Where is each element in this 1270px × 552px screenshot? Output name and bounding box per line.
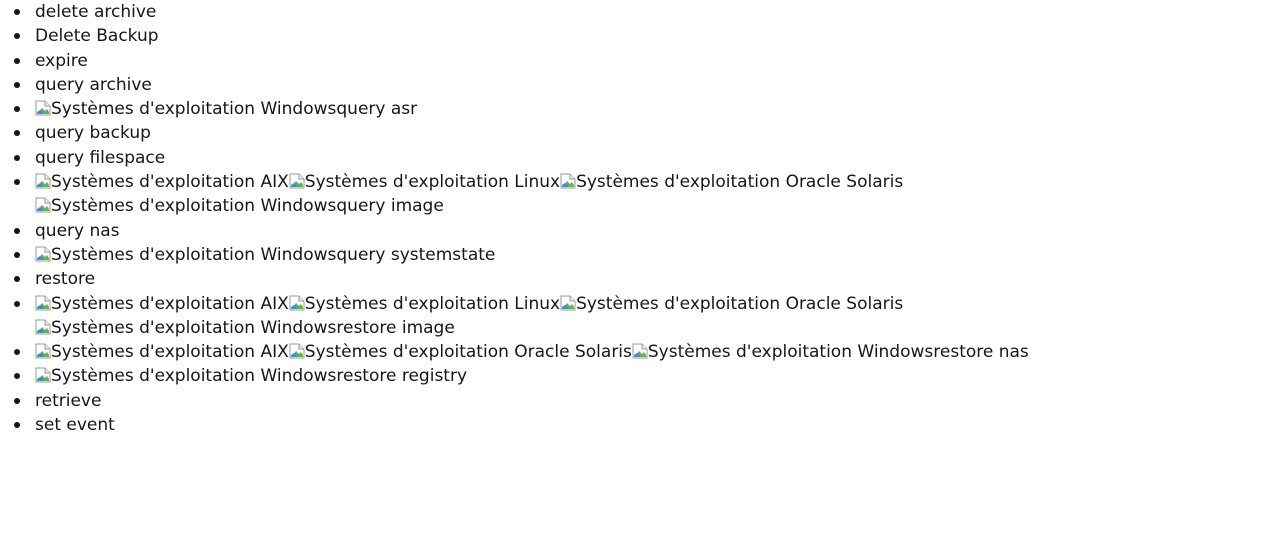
command-name: query systemstate [336, 244, 496, 265]
list-item: retrieve [14, 389, 1270, 413]
image-alt-text: Systèmes d'exploitation Oracle Solaris [304, 342, 632, 363]
command-name: expire [35, 50, 88, 71]
list-item: Systèmes d'exploitation Windowsquery sys… [14, 243, 1270, 267]
command-name: restore image [336, 317, 455, 338]
image-alt-text: Systèmes d'exploitation Windows [51, 99, 337, 120]
broken-image-icon [35, 343, 51, 359]
image-alt-text: Systèmes d'exploitation AIX [51, 342, 289, 363]
command-name: query nas [35, 220, 120, 241]
list-item: delete archive [14, 0, 1270, 24]
list-item: query filespace [14, 146, 1270, 170]
command-name: query asr [336, 99, 418, 120]
image-alt-text: Systèmes d'exploitation Oracle Solaris [576, 172, 904, 193]
broken-image-icon [289, 173, 305, 189]
command-name: query image [336, 196, 444, 217]
command-name: query backup [35, 123, 151, 144]
broken-image-icon [35, 246, 51, 262]
command-name: restore registry [336, 366, 468, 387]
list-item: Systèmes d'exploitation AIX Systèmes d'ex… [14, 340, 1270, 364]
list-item: query nas [14, 219, 1270, 243]
image-alt-text: Systèmes d'exploitation Linux [304, 172, 561, 193]
list-item: expire [14, 49, 1270, 73]
list-item: Systèmes d'exploitation AIX Systèmes d'ex… [14, 292, 1270, 341]
command-name: restore [35, 269, 96, 290]
image-alt-text: Systèmes d'exploitation Windows [51, 196, 337, 217]
command-name: query archive [35, 74, 152, 95]
command-name: restore nas [933, 342, 1029, 363]
image-alt-text: Systèmes d'exploitation Oracle Solaris [576, 293, 904, 314]
command-list: delete archive Delete Backup expire query a… [0, 0, 1270, 437]
broken-image-icon [35, 197, 51, 213]
image-alt-text: Systèmes d'exploitation Windows [51, 366, 337, 387]
command-name: set event [35, 415, 115, 436]
list-item: restore [14, 267, 1270, 291]
broken-image-icon [35, 295, 51, 311]
command-name: retrieve [35, 390, 102, 411]
list-item: Delete Backup [14, 24, 1270, 48]
command-name: Delete Backup [35, 26, 159, 47]
image-alt-text: Systèmes d'exploitation Windows [51, 244, 337, 265]
broken-image-icon [35, 173, 51, 189]
list-item: Systèmes d'exploitation AIX Systèmes d'ex… [14, 170, 1270, 219]
image-alt-text: Systèmes d'exploitation Windows [51, 317, 337, 338]
broken-image-icon [289, 343, 305, 359]
command-name: query filespace [35, 147, 166, 168]
list-item: query backup [14, 121, 1270, 145]
image-alt-text: Systèmes d'exploitation AIX [51, 172, 289, 193]
broken-image-icon [35, 319, 51, 335]
broken-image-icon [632, 343, 648, 359]
image-alt-text: Systèmes d'exploitation Linux [304, 293, 561, 314]
command-name: delete archive [35, 2, 157, 22]
broken-image-icon [35, 100, 51, 116]
broken-image-icon [289, 295, 305, 311]
list-item: Systèmes d'exploitation Windowsquery asr [14, 97, 1270, 121]
list-item: Systèmes d'exploitation Windowsrestore r… [14, 364, 1270, 388]
image-alt-text: Systèmes d'exploitation Windows [647, 342, 934, 363]
broken-image-icon [560, 173, 576, 189]
image-alt-text: Systèmes d'exploitation AIX [51, 293, 289, 314]
list-item: query archive [14, 73, 1270, 97]
broken-image-icon [35, 367, 51, 383]
broken-image-icon [560, 295, 576, 311]
list-item: set event [14, 413, 1270, 437]
